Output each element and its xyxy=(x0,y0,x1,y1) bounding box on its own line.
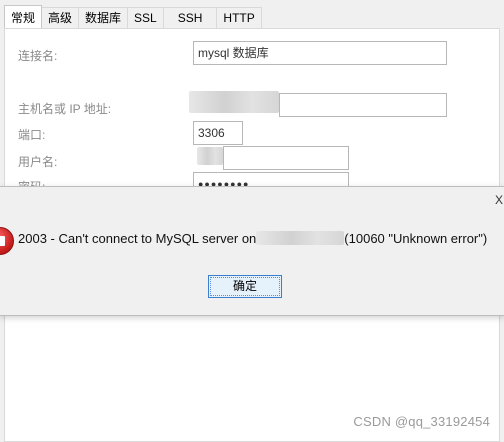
host-label: 主机名或 IP 地址: xyxy=(18,102,112,116)
tab-advanced[interactable]: 高级 xyxy=(41,7,80,28)
port-label: 端口: xyxy=(18,128,46,142)
tab-database[interactable]: 数据库 xyxy=(78,7,129,28)
tab-http[interactable]: HTTP xyxy=(216,7,262,28)
tab-ssl[interactable]: SSL xyxy=(127,7,164,28)
username-label: 用户名: xyxy=(18,155,58,169)
server-address-redacted xyxy=(256,231,345,245)
host-input[interactable] xyxy=(279,93,447,117)
host-redacted xyxy=(189,91,279,113)
error-icon xyxy=(0,227,14,255)
close-icon[interactable]: X xyxy=(494,193,504,207)
ok-button[interactable]: 确定 xyxy=(208,275,282,298)
connection-name-label: 连接名: xyxy=(18,49,58,63)
username-input[interactable] xyxy=(223,146,349,170)
error-dialog: X 2003 - Can't connect to MySQL server o… xyxy=(0,186,504,316)
username-redacted xyxy=(197,147,223,165)
tab-bar: 常规 高级 数据库 SSL SSH HTTP xyxy=(4,5,262,29)
connection-name-input[interactable]: mysql 数据库 xyxy=(193,41,447,65)
tab-ssh[interactable]: SSH xyxy=(162,7,218,28)
error-message-text: 2003 - Can't connect to MySQL server on xyxy=(18,231,257,246)
connection-window: 常规 高级 数据库 SSL SSH HTTP 连接名: mysql 数据库 主机… xyxy=(0,0,504,442)
tab-general[interactable]: 常规 xyxy=(4,5,43,28)
port-input[interactable]: 3306 xyxy=(193,121,243,145)
watermark: CSDN @qq_33192454 xyxy=(353,414,490,429)
error-message: 2003 - Can't connect to MySQL server on (… xyxy=(18,231,487,246)
error-message-detail: (10060 "Unknown error") xyxy=(344,231,488,246)
